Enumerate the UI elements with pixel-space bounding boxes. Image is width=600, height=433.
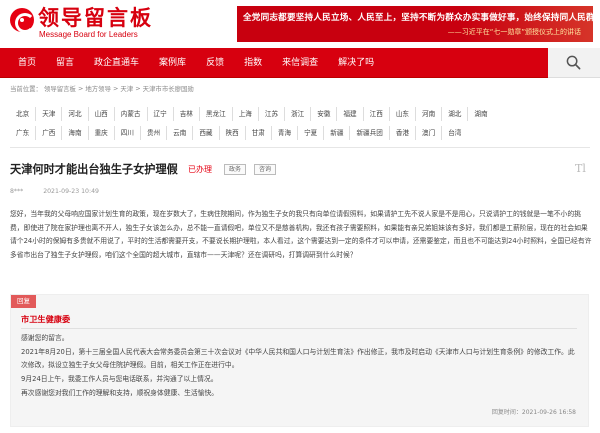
region-link[interactable]: 甘肃	[246, 126, 272, 140]
region-link[interactable]: 江西	[364, 107, 390, 121]
region-link[interactable]: 四川	[115, 126, 141, 140]
region-link[interactable]: 湖北	[442, 107, 469, 121]
region-link[interactable]: 河北	[62, 107, 89, 121]
breadcrumb-item[interactable]: 天津市市长廖国勋	[143, 85, 194, 93]
region-link[interactable]: 河南	[416, 107, 443, 121]
logo-subtitle: Message Board for Leaders	[39, 30, 138, 39]
region-link[interactable]: 上海	[233, 107, 259, 121]
breadcrumb-item[interactable]: 天津	[120, 85, 133, 93]
region-link[interactable]: 安徽	[311, 107, 338, 121]
tag-badge: 咨询	[254, 164, 277, 175]
message-body: 您好，当年我的父母响应国家计划生育的政策，现在岁数大了，生病住院期间，作为独生子…	[10, 210, 592, 259]
breadcrumb-item[interactable]: 地方领导	[85, 85, 111, 93]
site-header: 领导留言板 Message Board for Leaders 全党同志都要坚持…	[0, 0, 600, 48]
status-badge: 已办理	[188, 165, 212, 174]
nav-item-survey[interactable]: 来信调查	[272, 48, 328, 78]
logo-mark-icon	[10, 8, 35, 33]
reply-body: 感谢您的留言。 2021年8月20日，第十三届全国人民代表大会常务委员会第三十次…	[21, 332, 581, 401]
nav-items: 首页 留言 政企直通车 案例库 反馈 指数 来信调查 解决了吗	[8, 48, 384, 78]
message-time: 2021-09-23 10:49	[43, 188, 99, 195]
nav-item-home[interactable]: 首页	[8, 48, 46, 78]
slogan-banner: 全党同志都要坚持人民立场、人民至上，坚持不断为群众办实事做好事，始终保持同人民群…	[237, 6, 593, 42]
search-icon	[566, 55, 581, 70]
region-link[interactable]: 广东	[10, 126, 37, 140]
divider	[10, 147, 590, 148]
reply-section: 回复 市卫生健康委 感谢您的留言。 2021年8月20日，第十三届全国人民代表大…	[10, 294, 589, 427]
font-size-icon[interactable]: Tl	[575, 162, 586, 176]
search-button[interactable]	[548, 48, 600, 78]
site-logo[interactable]: 领导留言板 Message Board for Leaders	[10, 6, 170, 42]
region-link[interactable]: 西藏	[193, 126, 220, 140]
region-row: 北京 天津 河北 山西 内蒙古 辽宁 吉林 黑龙江 上海 江苏 浙江 安徽 福建…	[10, 107, 494, 121]
nav-item-message[interactable]: 留言	[46, 48, 84, 78]
region-link[interactable]: 内蒙古	[115, 107, 148, 121]
reply-time: 回复时间：2021-09-26 16:58	[491, 409, 576, 416]
reply-label: 回复	[11, 295, 36, 308]
breadcrumb-separator: >	[135, 84, 141, 93]
region-link[interactable]: 云南	[167, 126, 194, 140]
nav-item-enterprise[interactable]: 政企直通车	[84, 48, 149, 78]
region-link[interactable]: 天津	[36, 107, 63, 121]
region-link[interactable]: 山东	[390, 107, 416, 121]
reply-organization: 市卫生健康委	[21, 314, 71, 324]
reply-paragraph: 再次感谢您对我们工作的理解和支持，顺祝身体健康、生活愉快。	[21, 388, 219, 397]
nav-item-cases[interactable]: 案例库	[149, 48, 196, 78]
breadcrumb: 当前位置： 领导留言板 > 地方领导 > 天津 > 天津市市长廖国勋	[10, 84, 194, 96]
region-link[interactable]: 贵州	[141, 126, 168, 140]
breadcrumb-separator: >	[113, 84, 119, 93]
region-link[interactable]: 广西	[36, 126, 63, 140]
region-link[interactable]: 黑龙江	[200, 107, 233, 121]
region-link[interactable]: 江苏	[259, 107, 286, 121]
region-link[interactable]: 香港	[390, 126, 416, 140]
region-link[interactable]: 山西	[89, 107, 115, 121]
region-link[interactable]: 海南	[62, 126, 89, 140]
reply-paragraph: 2021年8月20日，第十三届全国人民代表大会常务委员会第三十次会议对《中华人民…	[21, 347, 575, 370]
breadcrumb-item[interactable]: 领导留言板	[44, 85, 76, 93]
region-link[interactable]: 新疆兵团	[350, 126, 390, 140]
message-title: 天津何时才能出台独生子女护理假	[10, 163, 178, 176]
region-link[interactable]: 福建	[337, 107, 364, 121]
region-link[interactable]: 重庆	[89, 126, 115, 140]
breadcrumb-separator: >	[78, 84, 84, 93]
tag-badge: 政务	[224, 164, 247, 175]
region-link[interactable]: 陕西	[220, 126, 246, 140]
region-link[interactable]: 新疆	[324, 126, 351, 140]
region-link[interactable]: 辽宁	[148, 107, 174, 121]
nav-item-index[interactable]: 指数	[234, 48, 272, 78]
region-link[interactable]: 澳门	[416, 126, 443, 140]
nav-item-feedback[interactable]: 反馈	[196, 48, 234, 78]
banner-slogan: 全党同志都要坚持人民立场、人民至上，坚持不断为群众办实事做好事，始终保持同人民群…	[243, 13, 593, 23]
region-link[interactable]: 吉林	[174, 107, 200, 121]
region-row: 广东 广西 海南 重庆 四川 贵州 云南 西藏 陕西 甘肃 青海 宁夏 新疆 新…	[10, 126, 467, 140]
message-meta: 8*** 2021-09-23 10:49	[10, 188, 117, 195]
region-link[interactable]: 宁夏	[298, 126, 325, 140]
reply-paragraph: 感谢您的留言。	[21, 334, 69, 342]
breadcrumb-prefix: 当前位置：	[10, 85, 42, 93]
divider	[21, 328, 577, 329]
logo-title: 领导留言板	[38, 6, 153, 30]
banner-attribution: ——习近平在“七一勋章”颁授仪式上的讲话	[447, 28, 581, 36]
region-link[interactable]: 台湾	[442, 126, 467, 140]
region-link[interactable]: 北京	[10, 107, 37, 121]
message-title-row: 天津何时才能出台独生子女护理假 已办理 政务 咨询 Tl	[10, 160, 590, 180]
region-link[interactable]: 青海	[272, 126, 299, 140]
main-nav: 首页 留言 政企直通车 案例库 反馈 指数 来信调查 解决了吗	[0, 48, 600, 78]
region-selector: 北京 天津 河北 山西 内蒙古 辽宁 吉林 黑龙江 上海 江苏 浙江 安徽 福建…	[10, 104, 590, 144]
message-author: 8***	[10, 188, 24, 195]
nav-item-resolved[interactable]: 解决了吗	[328, 48, 384, 78]
reply-paragraph: 9月24日上午，我委工作人员与您电话联系，并沟通了以上情况。	[21, 375, 218, 384]
region-link[interactable]: 湖南	[468, 107, 493, 121]
region-link[interactable]: 浙江	[285, 107, 312, 121]
